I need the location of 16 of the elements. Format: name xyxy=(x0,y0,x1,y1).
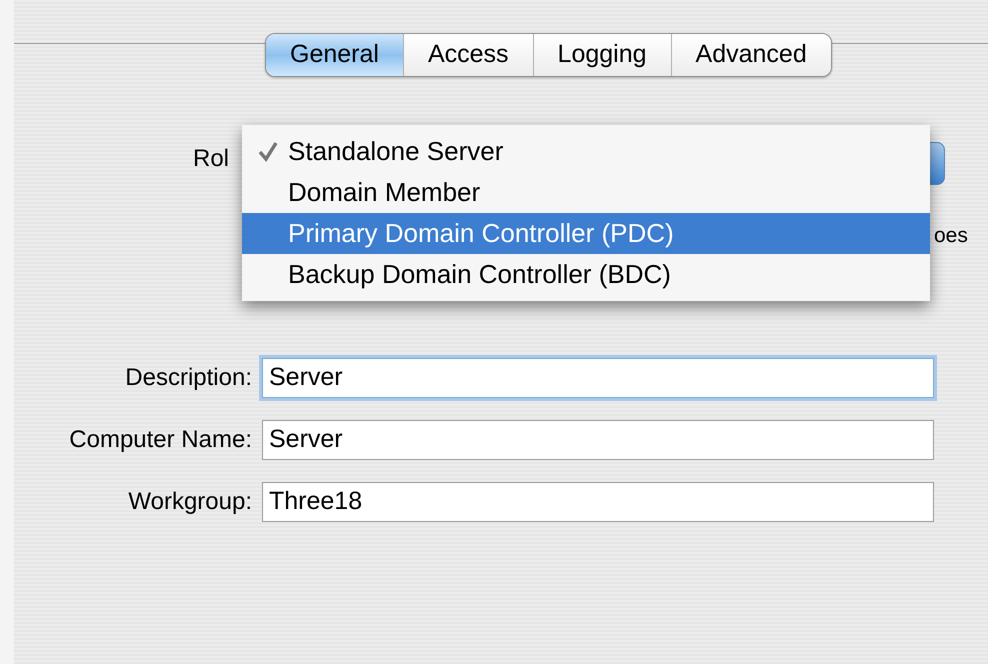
field-label: Description: xyxy=(124,363,253,393)
field-label: Workgroup: xyxy=(127,487,253,517)
text-field[interactable]: Server xyxy=(262,358,934,398)
menu-item[interactable]: Domain Member xyxy=(242,172,930,213)
tab[interactable]: Logging xyxy=(534,34,672,76)
text-field[interactable]: Three18 xyxy=(262,482,934,522)
menu-item[interactable]: Backup Domain Controller (BDC) xyxy=(242,254,930,295)
menu-item[interactable]: Primary Domain Controller (PDC) xyxy=(242,213,930,254)
tab[interactable]: Advanced xyxy=(672,34,831,76)
field-label: Computer Name: xyxy=(68,425,253,455)
role-description: oes xyxy=(934,223,968,249)
tab[interactable]: Access xyxy=(404,34,534,76)
menu-item[interactable]: Standalone Server xyxy=(242,131,930,172)
text-field[interactable]: Server xyxy=(262,420,934,460)
role-label: Rol xyxy=(193,144,230,174)
tab[interactable]: General xyxy=(266,34,404,76)
